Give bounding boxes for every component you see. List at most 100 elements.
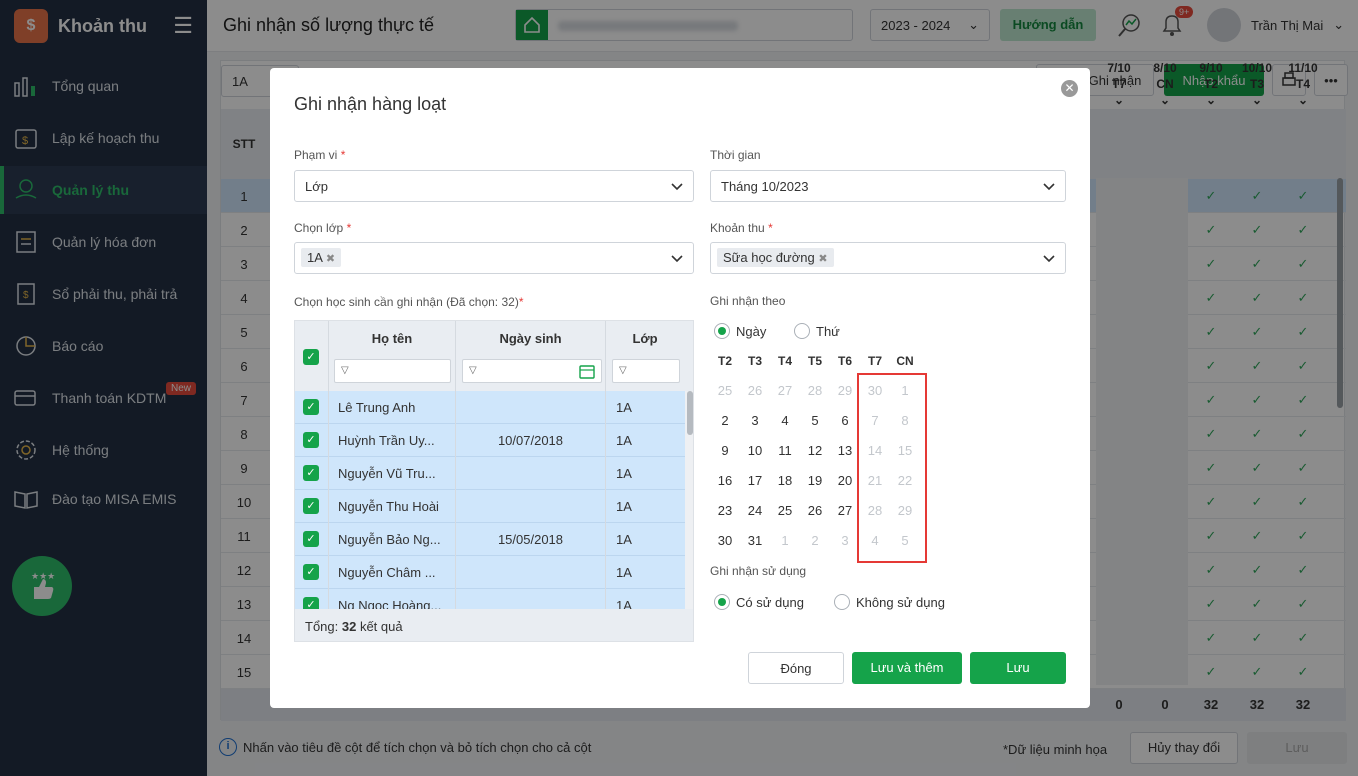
column-header-name[interactable]: Họ tên <box>329 331 455 346</box>
batch-record-dialog: Ghi nhận hàng loạt ✕ Phạm vi * Lớp Thời … <box>270 68 1090 708</box>
calendar-day[interactable]: 17 <box>740 473 770 488</box>
student-dob: 15/05/2018 <box>497 532 564 547</box>
close-button[interactable]: Đóng <box>748 652 844 684</box>
table-row[interactable]: ✓ Nguyễn Vũ Tru... 1A <box>295 457 685 490</box>
row-checkbox[interactable]: ✓ <box>303 399 319 415</box>
student-name: Nguyễn Vũ Tru... <box>338 466 436 481</box>
calendar-weekday-header: T3 <box>747 354 762 368</box>
save-and-add-button[interactable]: Lưu và thêm <box>852 652 962 684</box>
select-all-checkbox[interactable]: ✓ <box>303 349 319 365</box>
calendar-day[interactable]: 30 <box>710 533 740 548</box>
calendar-day[interactable]: 27 <box>830 503 860 518</box>
calendar-day[interactable]: 25 <box>770 503 800 518</box>
class-filter-input[interactable]: ▽ <box>612 359 680 383</box>
calendar-day[interactable]: 5 <box>800 413 830 428</box>
remove-tag-icon[interactable]: ✖ <box>326 253 335 265</box>
students-label-text: Chọn học sinh cần ghi nhận (Đã chọn: 32) <box>294 295 519 309</box>
calendar-weekday-header: T2 <box>717 354 732 368</box>
save-button[interactable]: Lưu <box>970 652 1066 684</box>
calendar-day[interactable]: 18 <box>770 473 800 488</box>
calendar-day[interactable]: 12 <box>800 443 830 458</box>
row-checkbox[interactable]: ✓ <box>303 531 319 547</box>
table-row[interactable]: ✓ Huỳnh Trần Uy... 10/07/2018 1A <box>295 424 685 457</box>
calendar-day[interactable]: 6 <box>830 413 860 428</box>
calendar-day[interactable]: 26 <box>800 503 830 518</box>
time-select[interactable]: Tháng 10/2023 <box>710 170 1066 202</box>
radio-by-day[interactable]: Ngày <box>714 323 766 339</box>
calendar-day[interactable]: 20 <box>830 473 860 488</box>
table-header: ✓ Họ tên Ngày sinh Lớp ▽ ▽ ▽ <box>295 321 693 391</box>
calendar-day[interactable]: 23 <box>710 503 740 518</box>
calendar-day[interactable]: 25 <box>710 383 740 398</box>
calendar-day[interactable]: 3 <box>740 413 770 428</box>
student-name: Huỳnh Trần Uy... <box>338 433 435 448</box>
calendar-day[interactable]: 10 <box>740 443 770 458</box>
calendar-day[interactable]: 28 <box>800 383 830 398</box>
record-by-label: Ghi nhận theo <box>710 294 786 308</box>
dialog-title: Ghi nhận hàng loạt <box>294 94 447 114</box>
student-dob: 10/07/2018 <box>497 433 564 448</box>
student-class: 1A <box>616 400 632 415</box>
student-class: 1A <box>616 532 632 547</box>
filter-icon: ▽ <box>469 365 477 376</box>
radio-used[interactable]: Có sử dụng <box>714 594 804 610</box>
table-row[interactable]: ✓ Nguyễn Châm ... 1A <box>295 556 685 589</box>
chevron-down-icon <box>671 183 683 191</box>
calendar-day[interactable]: 31 <box>740 533 770 548</box>
radio-checked <box>714 323 730 339</box>
table-row[interactable]: ✓ Lê Trung Anh 1A <box>295 391 685 424</box>
row-checkbox[interactable]: ✓ <box>303 498 319 514</box>
radio-checked <box>714 594 730 610</box>
row-checkbox[interactable]: ✓ <box>303 564 319 580</box>
row-checkbox[interactable]: ✓ <box>303 432 319 448</box>
calendar-day[interactable]: 19 <box>800 473 830 488</box>
radio-not-used[interactable]: Không sử dụng <box>834 594 945 610</box>
calendar-icon[interactable] <box>579 364 595 379</box>
name-filter-input[interactable]: ▽ <box>334 359 451 383</box>
scope-select[interactable]: Lớp <box>294 170 694 202</box>
table-scrollbar-thumb[interactable] <box>687 391 693 435</box>
calendar-day[interactable]: 16 <box>710 473 740 488</box>
student-class: 1A <box>616 565 632 580</box>
calendar-day[interactable]: 27 <box>770 383 800 398</box>
divider <box>328 321 329 609</box>
close-icon[interactable]: ✕ <box>1061 80 1078 97</box>
remove-tag-icon[interactable]: ✖ <box>818 253 827 265</box>
class-label: Chọn lớp * <box>294 221 352 235</box>
calendar-weekday-header: T5 <box>807 354 822 368</box>
calendar-day[interactable]: 26 <box>740 383 770 398</box>
calendar-day[interactable]: 1 <box>770 533 800 548</box>
fee-select[interactable]: Sữa học đường ✖ <box>710 242 1066 274</box>
radio-label: Ngày <box>736 323 767 339</box>
chevron-down-icon <box>671 255 683 263</box>
students-table: ✓ Họ tên Ngày sinh Lớp ▽ ▽ ▽ ✓ Lê Trung A… <box>294 320 694 642</box>
filter-icon: ▽ <box>619 365 627 376</box>
dob-filter-input[interactable]: ▽ <box>462 359 602 383</box>
time-label: Thời gian <box>710 148 761 162</box>
calendar-day[interactable]: 2 <box>710 413 740 428</box>
row-checkbox[interactable]: ✓ <box>303 465 319 481</box>
table-row[interactable]: ✓ Nguyễn Bảo Ng... 15/05/2018 1A <box>295 523 685 556</box>
fee-label: Khoản thu * <box>710 221 773 235</box>
total-count: 32 <box>341 619 357 634</box>
calendar-day[interactable]: 9 <box>710 443 740 458</box>
class-select[interactable]: 1A ✖ <box>294 242 694 274</box>
calendar-day[interactable]: 3 <box>830 533 860 548</box>
calendar-day[interactable]: 24 <box>740 503 770 518</box>
calendar-day[interactable]: 2 <box>800 533 830 548</box>
divider <box>455 321 456 609</box>
fee-tag-text: Sữa học đường <box>723 250 815 265</box>
weekend-highlight-box <box>857 373 927 563</box>
calendar-weekday-header: CN <box>896 354 914 368</box>
table-row[interactable]: ✓ Nguyễn Thu Hoài 1A <box>295 490 685 523</box>
radio-by-weekday[interactable]: Thứ <box>794 323 840 339</box>
calendar-day[interactable]: 13 <box>830 443 860 458</box>
column-header-dob[interactable]: Ngày sinh <box>456 331 605 346</box>
table-total: Tổng: 32 kết quả <box>295 609 693 641</box>
calendar-day[interactable]: 29 <box>830 383 860 398</box>
usage-label: Ghi nhận sử dụng <box>710 564 807 578</box>
student-name: Nguyễn Châm ... <box>338 565 436 580</box>
calendar-day[interactable]: 4 <box>770 413 800 428</box>
calendar-day[interactable]: 11 <box>770 443 800 458</box>
column-header-class[interactable]: Lớp <box>606 331 684 346</box>
